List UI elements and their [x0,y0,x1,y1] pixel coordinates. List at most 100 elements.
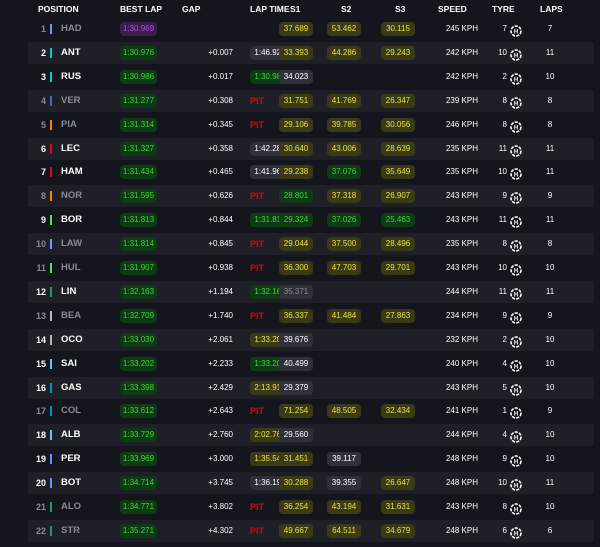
team-color-bar [50,119,52,130]
driver-row[interactable]: 6 LEC 1:31.327 +0.358 1:42.285 30.640 43.006 28… [28,137,594,160]
svg-text:H: H [514,220,518,226]
sector-s1-time: 31.451 [279,452,313,467]
driver-row[interactable]: 3 RUS 1:30.986 +0.017 1:30.986 34.023 242 KPH 2… [28,66,594,88]
driver-code[interactable]: LEC [61,138,80,160]
team-color-bar [50,47,52,58]
driver-row[interactable]: 8 NOR 1:31.595 +0.626 PIT 28.801 37.318 26.907 2… [28,185,594,208]
driver-code[interactable]: LAW [61,233,82,255]
position-number: 15 [35,358,46,369]
laps-count: 9 [547,406,553,416]
driver-row[interactable]: 4 VER 1:31.277 +0.308 PIT 31.751 41.769 26.347 2… [28,89,594,112]
tyre-age: 10 [498,167,507,177]
hard-tyre-icon: H [510,166,522,181]
driver-row[interactable]: 2 ANT 1:30.976 +0.007 1:46.922 33.393 44.286 29… [28,41,594,64]
driver-code[interactable]: HAD [61,18,82,40]
gap-value: +0.358 [208,143,233,153]
driver-row[interactable]: 21 ALO 1:34.771 +3.802 PIT 36.254 43.194 31.631… [28,496,594,518]
sector-s2-time: 47.703 [327,261,361,275]
driver-row[interactable]: 19 PER 1:33.969 +3.000 1:35.541 31.451 39.117 2… [28,448,594,470]
driver-row[interactable]: 12 LIN 1:32.163 +1.194 1:32.163 35.371 244 KPH… [28,280,594,303]
driver-code[interactable]: ALB [61,424,81,446]
driver-row[interactable]: 7 HAM 1:31.434 +0.465 1:41.963 29.238 37.076 35… [28,161,594,183]
position-number: 5 [40,119,46,130]
svg-text:H: H [514,507,518,513]
laps-count: 10 [545,263,555,272]
best-lap-time: 1:33.612 [120,404,157,419]
driver-row[interactable]: 9 BOR 1:31.813 +0.844 1:31.813 29.324 37.026 25… [28,209,594,231]
best-lap-time: 1:33.729 [120,428,157,443]
sector-s2-time: 37.318 [327,189,361,204]
svg-text:H: H [514,268,518,274]
driver-row[interactable]: 11 HUL 1:31.907 +0.938 PIT 36.300 47.703 29.701… [28,257,594,279]
driver-row[interactable]: 17 COL 1:33.612 +2.643 PIT 71.254 48.505 32.434… [28,400,594,422]
driver-code[interactable]: RUS [61,66,81,88]
driver-row[interactable]: 20 BOT 1:34.714 +3.745 1:36.190 30.288 39.355 2… [28,472,594,495]
team-color-bar [50,167,52,178]
sector-s1-time: 40.499 [279,356,313,371]
driver-row[interactable]: 1 HAD 1:30.969 37.689 53.462 30.115 245 KPH 7 H 7 [28,18,594,40]
team-color-bar [50,430,52,441]
position-number: 21 [35,502,46,512]
driver-code[interactable]: OCO [61,329,83,351]
tyre-age: 8 [502,119,507,129]
driver-code[interactable]: SAI [61,353,77,375]
driver-code[interactable]: VER [61,90,81,112]
laps-count: 10 [545,430,555,440]
gap-value: +4.302 [208,525,233,535]
sector-s1-time: 34.023 [279,69,313,84]
driver-code[interactable]: BEA [61,305,81,327]
sector-s2-time: 43.006 [327,141,361,156]
driver-row[interactable]: 18 ALB 1:33.729 +2.760 2:02.764 29.560 244 KPH… [28,424,594,447]
sector-s1-time: 29.379 [279,380,313,395]
sector-s1-time: 33.393 [279,45,313,60]
driver-code[interactable]: PER [61,448,81,470]
svg-text:H: H [514,53,518,59]
driver-row[interactable]: 15 SAI 1:33.202 +2.233 1:33.202 40.499 240 KPH… [28,353,594,375]
sector-s3-time: 32.434 [381,404,415,419]
laps-count: 11 [545,286,555,296]
position-number: 22 [35,525,46,536]
laps-count: 11 [545,478,555,488]
position-number: 18 [35,430,46,441]
team-color-bar [50,263,52,273]
driver-code[interactable]: HUL [61,257,81,279]
driver-row[interactable]: 5 PIA 1:31.314 +0.345 PIT 29.106 39.785 30.056 2… [28,114,594,136]
best-lap-time: 1:30.986 [120,69,157,84]
sector-s3-time: 26.347 [381,93,415,108]
best-lap-time: 1:31.595 [120,189,157,204]
sector-s1-time: 29.106 [279,117,313,132]
driver-code[interactable]: ALO [61,496,81,518]
driver-code[interactable]: BOT [61,472,81,494]
sector-s3-time: 30.056 [381,117,415,132]
driver-row[interactable]: 16 GAS 1:33.398 +2.429 2:13.915 29.379 243 KPH… [28,376,594,399]
driver-code[interactable]: HAM [61,161,83,183]
driver-code[interactable]: PIA [61,114,77,136]
team-color-bar [50,239,52,250]
best-lap-time: 1:31.277 [120,93,157,108]
position-number: 9 [40,215,46,226]
sector-s3-time: 34.679 [381,523,415,538]
laps-count: 10 [545,358,555,368]
hard-tyre-icon: H [510,501,522,515]
svg-text:H: H [514,483,518,489]
driver-code[interactable]: STR [61,520,80,542]
driver-code[interactable]: BOR [61,209,82,231]
driver-code[interactable]: LIN [61,281,76,303]
position-number: 16 [35,382,46,393]
sector-s3-time: 30.115 [381,22,415,36]
driver-row[interactable]: 14 OCO 1:33.030 +2.061 1:33.206 39.676 232 KPH… [28,328,594,351]
driver-row[interactable]: 10 LAW 1:31.814 +0.845 PIT 29.044 37.500 28.496… [28,233,594,256]
sector-s1-time: 71.254 [279,404,313,419]
driver-row[interactable]: 22 STR 1:35.271 +4.302 PIT 49.667 64.511 34.679… [28,519,594,542]
sector-s2-time: 53.462 [327,22,361,36]
tyre-age: 10 [498,47,507,57]
sector-s2-time: 39.355 [327,476,361,491]
best-lap-time: 1:33.398 [120,380,157,395]
driver-code[interactable]: ANT [61,42,81,64]
driver-code[interactable]: COL [61,400,81,422]
driver-code[interactable]: NOR [61,185,82,207]
tyre-age: 11 [498,143,507,153]
driver-code[interactable]: GAS [61,377,82,399]
driver-row[interactable]: 13 BEA 1:32.709 +1.740 PIT 36.337 41.484 27.863… [28,305,594,327]
svg-text:H: H [514,101,518,107]
